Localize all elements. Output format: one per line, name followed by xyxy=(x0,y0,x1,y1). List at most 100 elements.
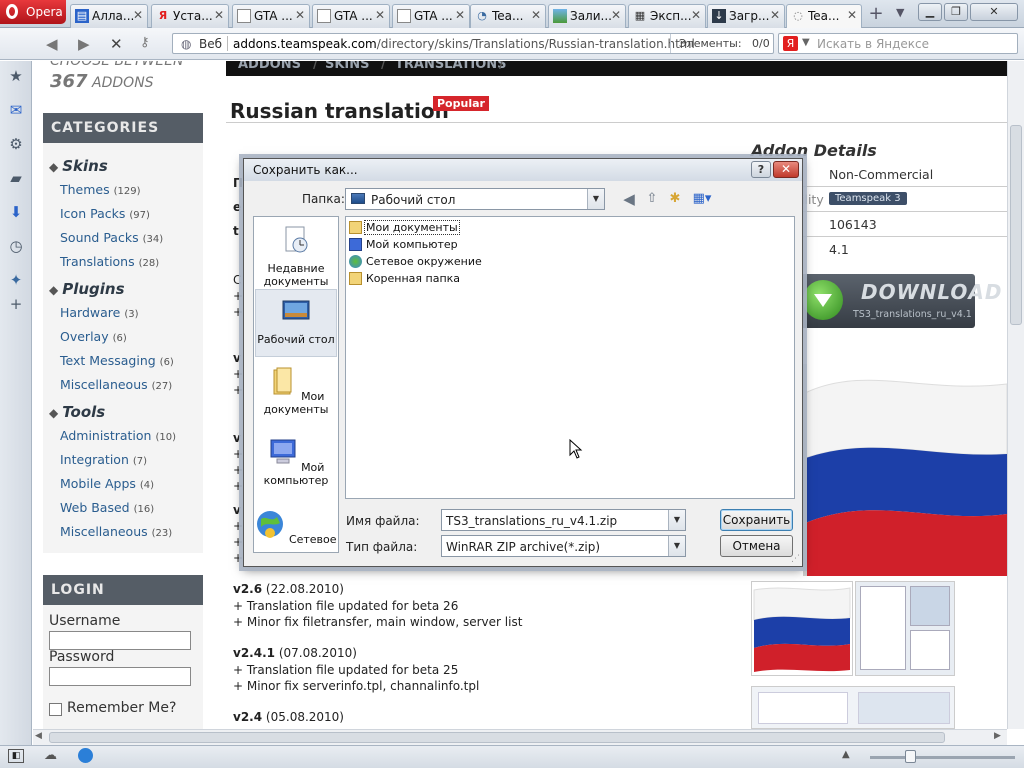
save-button[interactable]: Сохранить xyxy=(720,509,793,531)
subcategory-translations[interactable]: Translations (28) xyxy=(60,254,159,269)
back-arrow-icon[interactable]: ◀ xyxy=(620,191,638,207)
tab-close-icon[interactable]: ✕ xyxy=(691,8,701,22)
zoom-slider-handle[interactable] xyxy=(905,750,916,763)
subcategory-hardware[interactable]: Hardware (3) xyxy=(60,305,139,320)
tab-4[interactable]: GTA ... ✕ xyxy=(312,4,390,28)
tab-close-icon[interactable]: ✕ xyxy=(531,8,541,22)
stop-icon[interactable]: ✕ xyxy=(110,35,123,53)
subcategory-web-based[interactable]: Web Based (16) xyxy=(60,500,154,515)
remember-checkbox[interactable] xyxy=(49,703,62,716)
screenshot-thumbnail[interactable] xyxy=(751,581,853,676)
tab-close-icon[interactable]: ✕ xyxy=(455,8,465,22)
category-tools[interactable]: ◆ Tools xyxy=(49,403,105,421)
vertical-scrollbar[interactable] xyxy=(1007,61,1024,729)
tab-2[interactable]: Я Уста... ✕ xyxy=(151,4,229,28)
scrollbar-thumb[interactable] xyxy=(1010,125,1022,325)
tab-6[interactable]: ◔ Tea... ✕ xyxy=(470,4,546,28)
tab-list-chevron-icon[interactable]: ▼ xyxy=(896,6,904,19)
subcategory-icon-packs[interactable]: Icon Packs (97) xyxy=(60,206,150,221)
gear-icon[interactable]: ⚙ xyxy=(7,135,25,153)
new-folder-icon[interactable]: ✱ xyxy=(666,191,684,207)
close-window-button[interactable]: ✕ xyxy=(970,3,1018,21)
filename-field[interactable]: TS3_translations_ru_v4.1.zip ▼ xyxy=(441,509,686,531)
tab-5[interactable]: GTA ... ✕ xyxy=(392,4,470,28)
tab-close-icon[interactable]: ✕ xyxy=(847,8,857,22)
subcategory-miscellaneous-tools[interactable]: Miscellaneous (23) xyxy=(60,524,172,539)
tab-8[interactable]: ▦ Эксп... ✕ xyxy=(628,4,706,28)
subcategory-mobile-apps[interactable]: Mobile Apps (4) xyxy=(60,476,154,491)
subcategory-miscellaneous-plugins[interactable]: Miscellaneous (27) xyxy=(60,377,172,392)
view-options-icon[interactable]: ▲ xyxy=(842,749,850,760)
breadcrumb-skins[interactable]: SKINS xyxy=(325,61,370,72)
notes-icon[interactable]: ▰ xyxy=(7,169,25,187)
mail-icon[interactable]: ✉ xyxy=(7,101,25,119)
tab-close-icon[interactable]: ✕ xyxy=(770,8,780,22)
downloads-icon[interactable]: ⬇ xyxy=(7,203,25,221)
opera-menu-button[interactable]: Opera xyxy=(0,0,66,24)
screenshot-thumbnail[interactable] xyxy=(751,686,955,729)
key-icon[interactable]: ⚷ xyxy=(140,35,150,50)
subcategory-text-messaging[interactable]: Text Messaging (6) xyxy=(60,353,174,368)
horizontal-scrollbar[interactable]: ◀ ▶ xyxy=(33,729,1007,745)
scrollbar-thumb[interactable] xyxy=(49,732,945,743)
category-skins[interactable]: ◆ Skins xyxy=(49,157,108,175)
download-button[interactable]: DOWNLOAD TS3_translations_ru_v4.1 xyxy=(797,274,1002,328)
dialog-close-button[interactable]: ✕ xyxy=(773,161,799,178)
tab-9[interactable]: ↓ Загр... ✕ xyxy=(707,4,785,28)
restore-button[interactable]: ❐ xyxy=(944,3,968,21)
tab-1[interactable]: ▤ Алла... ✕ xyxy=(70,4,148,28)
star-bookmarks-icon[interactable]: ★ xyxy=(7,67,25,85)
tab-10-active[interactable]: ◌ Tea... ✕ xyxy=(786,4,862,29)
minimize-button[interactable]: ▁ xyxy=(918,3,942,21)
place-my-computer[interactable]: Мой компьютер xyxy=(255,431,337,499)
url-text[interactable]: addons.teamspeak.com/directory/skins/Tra… xyxy=(233,37,695,51)
dialog-titlebar[interactable]: Сохранить как... ? ✕ xyxy=(244,159,802,181)
category-plugins[interactable]: ◆ Plugins xyxy=(49,280,125,298)
tab-close-icon[interactable]: ✕ xyxy=(133,8,143,22)
filetype-select[interactable]: WinRAR ZIP archive(*.zip) ▼ xyxy=(441,535,686,557)
view-menu-icon[interactable]: ▦▾ xyxy=(690,191,714,207)
add-panel-icon[interactable]: + xyxy=(7,295,25,313)
new-tab-button[interactable]: + xyxy=(866,5,886,25)
zoom-slider[interactable] xyxy=(870,756,1015,759)
tab-close-icon[interactable]: ✕ xyxy=(295,8,305,22)
place-network[interactable]: Сетевое xyxy=(255,503,337,552)
folder-select[interactable]: Рабочий стол ▼ xyxy=(345,188,605,210)
scroll-left-icon[interactable]: ◀ xyxy=(35,731,42,741)
history-clock-icon[interactable]: ◷ xyxy=(7,237,25,255)
tab-7[interactable]: Зали... ✕ xyxy=(548,4,626,28)
password-field[interactable] xyxy=(49,667,191,686)
tab-3[interactable]: GTA ... ✕ xyxy=(232,4,310,28)
up-folder-icon[interactable]: ⇧ xyxy=(643,191,661,207)
username-field[interactable] xyxy=(49,631,191,650)
subcategory-integration[interactable]: Integration (7) xyxy=(60,452,147,467)
subcategory-administration[interactable]: Administration (10) xyxy=(60,428,176,443)
tab-close-icon[interactable]: ✕ xyxy=(375,8,385,22)
back-icon[interactable]: ◀ xyxy=(46,35,58,53)
panel-toggle-icon[interactable]: ◧ xyxy=(8,749,24,763)
address-bar[interactable]: ◍ Веб addons.teamspeak.com/directory/ski… xyxy=(172,33,774,54)
search-input[interactable]: Я ▼ Искать в Яндексе xyxy=(778,33,1018,54)
place-my-documents[interactable]: Мои документы xyxy=(255,360,337,428)
subcategory-sound-packs[interactable]: Sound Packs (34) xyxy=(60,230,163,245)
breadcrumb-addons[interactable]: ADDONS xyxy=(238,61,301,72)
screenshot-thumbnail[interactable] xyxy=(855,581,955,676)
cloud-icon[interactable]: ☁ xyxy=(44,748,57,763)
breadcrumb-translations[interactable]: TRANSLATIONS xyxy=(395,61,507,72)
help-button[interactable]: ? xyxy=(751,161,771,178)
subcategory-themes[interactable]: Themes (129) xyxy=(60,182,141,197)
cancel-button[interactable]: Отмена xyxy=(720,535,793,557)
place-recent-documents[interactable]: Недавние документы xyxy=(255,219,337,288)
tab-close-icon[interactable]: ✕ xyxy=(611,8,621,22)
resize-grip-icon[interactable]: ⋰ xyxy=(791,554,800,564)
search-engine-chevron-icon[interactable]: ▼ xyxy=(802,37,810,48)
place-desktop[interactable]: Рабочий стол xyxy=(255,289,337,357)
chevron-down-icon[interactable]: ▼ xyxy=(668,510,685,530)
turbo-icon[interactable] xyxy=(78,748,93,763)
chevron-down-icon[interactable]: ▼ xyxy=(668,536,685,556)
tab-close-icon[interactable]: ✕ xyxy=(214,8,224,22)
scroll-right-icon[interactable]: ▶ xyxy=(994,731,1001,741)
forward-icon[interactable]: ▶ xyxy=(78,35,90,53)
widgets-icon[interactable]: ✦ xyxy=(7,271,25,289)
chevron-down-icon[interactable]: ▼ xyxy=(587,189,604,209)
